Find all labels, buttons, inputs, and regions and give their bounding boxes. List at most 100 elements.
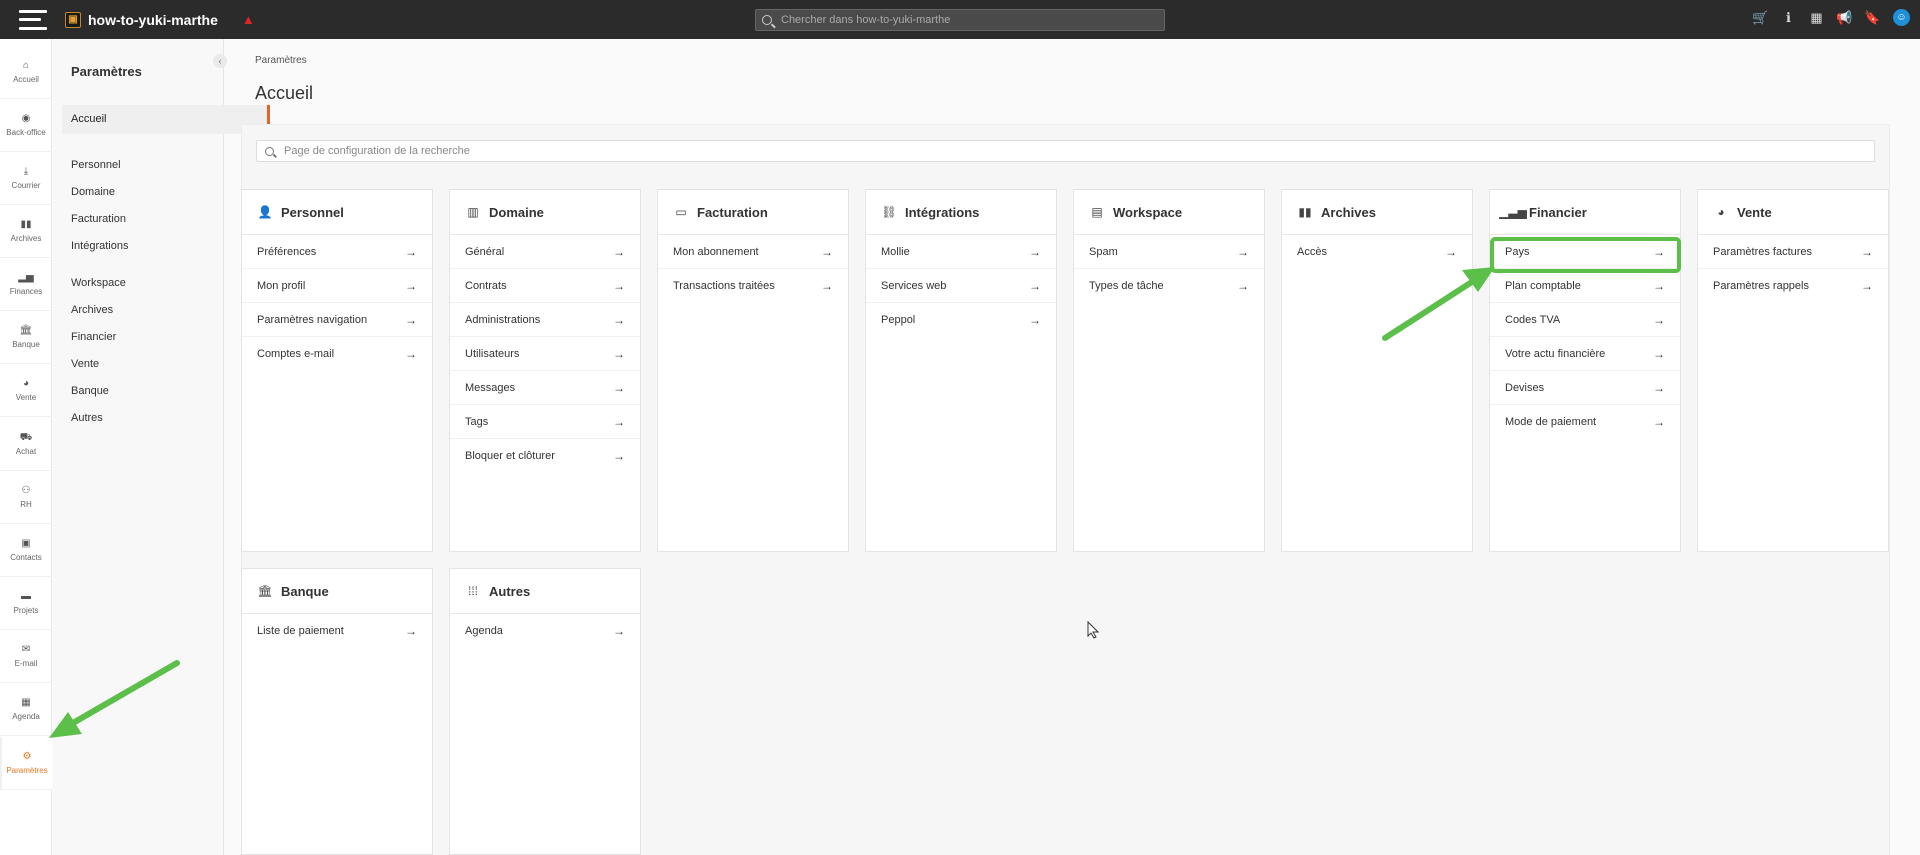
store-icon[interactable]: ▦ xyxy=(1809,10,1824,25)
settings-search[interactable] xyxy=(256,140,1875,162)
cart-icon[interactable]: 🛒 xyxy=(1752,10,1768,25)
arrow-right-icon: → xyxy=(613,449,625,463)
subnav-item-archives[interactable]: Archives xyxy=(71,304,113,316)
card-link-services-web[interactable]: Services web → xyxy=(866,269,1056,303)
arrow-right-icon: → xyxy=(405,244,417,259)
card-link-devises[interactable]: Devises → xyxy=(1490,371,1680,405)
card-header: ⛓ Intégrations xyxy=(866,190,1056,235)
card-link-votre-actu-financière[interactable]: Votre actu financière → xyxy=(1490,337,1680,371)
subnav-item-workspace[interactable]: Workspace xyxy=(71,277,126,289)
card-link-paramètres-navigation[interactable]: Paramètres navigation → xyxy=(242,303,432,337)
card-link-pays[interactable]: Pays → xyxy=(1490,235,1680,269)
card-link-contrats[interactable]: Contrats → xyxy=(450,269,640,303)
card-link-transactions-traitées[interactable]: Transactions traitées → xyxy=(658,269,848,303)
card-link-label: Plan comptable xyxy=(1505,279,1581,292)
card-link-mon-abonnement[interactable]: Mon abonnement → xyxy=(658,235,848,269)
card-link-mode-de-paiement[interactable]: Mode de paiement → xyxy=(1490,405,1680,439)
card-link-label: Accès xyxy=(1297,246,1327,258)
card-link-préférences[interactable]: Préférences → xyxy=(242,235,432,269)
subnav-item-personnel[interactable]: Personnel xyxy=(71,159,121,171)
arrow-right-icon: → xyxy=(613,312,625,327)
card-link-mon-profil[interactable]: Mon profil → xyxy=(242,269,432,303)
arrow-right-icon: → xyxy=(613,380,625,395)
card-link-messages[interactable]: Messages → xyxy=(450,371,640,405)
rail-item-back-office[interactable]: ◉ Back-office xyxy=(0,99,52,152)
card-link-peppol[interactable]: Peppol → xyxy=(866,303,1056,337)
folder-icon: ▬ xyxy=(21,591,31,602)
rail-item-projets[interactable]: ▬ Projets xyxy=(0,577,52,630)
subnav-item-autres[interactable]: Autres xyxy=(71,412,103,424)
card-link-codes-tva[interactable]: Codes TVA → xyxy=(1490,303,1680,337)
archive-books-icon: ▮▮ xyxy=(1298,205,1312,219)
rail-item-archives[interactable]: ▮▮ Archives xyxy=(0,205,52,258)
card-link-liste-de-paiement[interactable]: Liste de paiement → xyxy=(242,614,432,648)
subnav-title: Paramètres xyxy=(71,64,142,79)
card-link-tags[interactable]: Tags → xyxy=(450,405,640,439)
subnav-item-vente[interactable]: Vente xyxy=(71,358,99,370)
rail-item-finances[interactable]: ▂▅ Finances xyxy=(0,258,52,311)
card-header: 👤 Personnel xyxy=(242,190,432,235)
rail-item-label: RH xyxy=(20,500,32,509)
card-link-comptes-e-mail[interactable]: Comptes e-mail → xyxy=(242,337,432,371)
subnav-item-accueil[interactable]: Accueil xyxy=(62,105,270,134)
card-title: Vente xyxy=(1737,204,1772,220)
subnav-item-facturation[interactable]: Facturation xyxy=(71,213,126,225)
card-link-bloquer-et-clôturer[interactable]: Bloquer et clôturer → xyxy=(450,439,640,473)
card-title: Banque xyxy=(281,583,329,599)
info-icon[interactable]: ℹ xyxy=(1781,10,1796,25)
global-search[interactable] xyxy=(755,9,1165,31)
arrow-right-icon: → xyxy=(405,278,417,293)
global-search-input[interactable] xyxy=(781,14,1151,26)
workspace-icon: ▤ xyxy=(1091,205,1103,219)
card-link-mollie[interactable]: Mollie → xyxy=(866,235,1056,269)
bookmark-icon[interactable]: 🔖 xyxy=(1864,10,1880,25)
card-link-types-de-tâche[interactable]: Types de tâche → xyxy=(1074,269,1264,303)
card-facturation: ▭ Facturation Mon abonnement → Transactions … xyxy=(657,189,849,552)
top-icons: 🛒 ℹ ▦ 📢 🔖 ☺ xyxy=(1752,9,1910,26)
rail-item-agenda[interactable]: ▦ Agenda xyxy=(0,683,52,736)
collapse-chevron-icon[interactable]: ‹ xyxy=(213,54,227,68)
rail-item-label: Achat xyxy=(15,447,37,456)
rail-item-label: Agenda xyxy=(12,712,40,721)
card-link-label: Paramètres rappels xyxy=(1713,280,1809,292)
brand-logo-icon[interactable]: ▣ xyxy=(65,11,81,28)
subnav-item-intégrations[interactable]: Intégrations xyxy=(71,240,128,252)
rail-item-rh[interactable]: ⚇ RH xyxy=(0,471,52,524)
subnav-item-banque[interactable]: Banque xyxy=(71,385,109,397)
arrow-right-icon: → xyxy=(1653,278,1665,293)
rail-item-achat[interactable]: ⛟ Achat xyxy=(0,418,52,471)
rail-item-banque[interactable]: 🏛 Banque xyxy=(0,311,52,364)
brand-name[interactable]: how-to-yuki-marthe xyxy=(88,12,218,28)
card-link-général[interactable]: Général → xyxy=(450,235,640,269)
breadcrumb[interactable]: Paramètres xyxy=(255,55,307,66)
card-link-label: Codes TVA xyxy=(1505,313,1561,326)
card-link-spam[interactable]: Spam → xyxy=(1074,235,1264,269)
card-link-label: Contrats xyxy=(465,279,507,292)
subnav-item-financier[interactable]: Financier xyxy=(71,331,116,343)
card-link-label: Mon abonnement xyxy=(673,245,759,258)
card-link-utilisateurs[interactable]: Utilisateurs → xyxy=(450,337,640,371)
card-link-paramètres-factures[interactable]: Paramètres factures → xyxy=(1698,235,1888,269)
settings-search-input[interactable] xyxy=(284,145,1844,157)
card-link-agenda[interactable]: Agenda → xyxy=(450,614,640,648)
rail-item-e-mail[interactable]: ✉ E-mail xyxy=(0,630,52,683)
rail-item-vente[interactable]: ◕ Vente xyxy=(0,364,52,417)
user-avatar-icon[interactable]: ☺ xyxy=(1893,9,1910,26)
card-header: ▥ Domaine xyxy=(450,190,640,235)
subnav-item-domaine[interactable]: Domaine xyxy=(71,186,115,198)
warning-icon[interactable]: ▲ xyxy=(242,12,255,27)
rail-item-paramètres[interactable]: ⚙ Paramètres xyxy=(0,737,52,790)
card-link-accès[interactable]: Accès → xyxy=(1282,235,1472,269)
card-link-label: Mon profil xyxy=(257,279,306,292)
card-link-paramètres-rappels[interactable]: Paramètres rappels → xyxy=(1698,269,1888,303)
rail-item-accueil[interactable]: ⌂ Accueil xyxy=(0,46,52,99)
building-icon: ▥ xyxy=(467,205,479,219)
card-link-label: Tags xyxy=(465,415,489,428)
hamburger-menu-icon[interactable] xyxy=(19,9,47,30)
card-link-plan-comptable[interactable]: Plan comptable → xyxy=(1490,269,1680,303)
card-link-administrations[interactable]: Administrations → xyxy=(450,303,640,337)
megaphone-icon[interactable]: 📢 xyxy=(1836,10,1852,25)
module-rail: ⌂ Accueil ◉ Back-office ⤓ Courrier ▮▮ Archives ▂… xyxy=(0,39,52,855)
rail-item-courrier[interactable]: ⤓ Courrier xyxy=(0,152,52,205)
rail-item-contacts[interactable]: ▣ Contacts xyxy=(0,524,52,577)
